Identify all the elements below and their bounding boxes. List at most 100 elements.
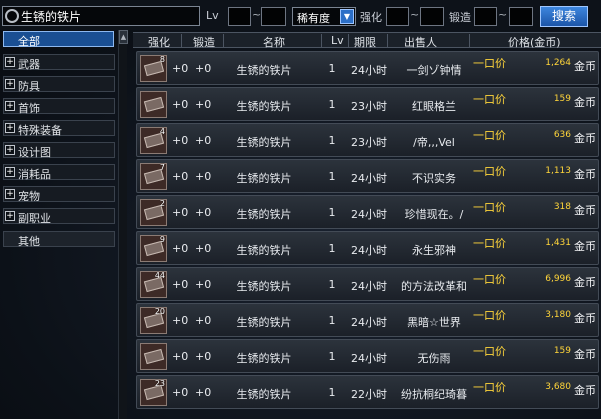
sidebar-scrollbar[interactable]: ▲ (118, 30, 128, 419)
price-unit: 金币 (574, 348, 596, 361)
category-armor[interactable]: + 防具 (3, 76, 115, 93)
cell-forge: +0 (195, 134, 212, 147)
search-button[interactable]: 搜索 (540, 6, 588, 27)
price-unit: 金币 (574, 384, 596, 397)
table-row[interactable]: 8 +0 +0 生锈的铁片 1 24小时 一剑ゾ钟情 一口价 1,264 金币 (136, 51, 599, 85)
header-name[interactable]: 名称 (263, 34, 285, 50)
table-row[interactable]: 44 +0 +0 生锈的铁片 1 24小时 的方法改革和 一口价 6,996 金… (136, 267, 599, 301)
expand-icon[interactable]: + (5, 57, 15, 67)
cell-name: 生锈的铁片 (236, 280, 292, 293)
chevron-down-icon[interactable]: ▼ (340, 9, 354, 24)
expand-icon[interactable]: + (5, 123, 15, 133)
category-special-equipment[interactable]: + 特殊装备 (3, 120, 115, 137)
category-blueprint[interactable]: + 设计图 (3, 142, 115, 159)
table-row[interactable]: 23 +0 +0 生锈的铁片 1 22小时 纷抗桐纪琦暮 一口价 3,680 金… (136, 375, 599, 409)
cell-forge: +0 (195, 314, 212, 327)
table-row[interactable]: +0 +0 生锈的铁片 1 23小时 红眼格兰 一口价 159 金币 (136, 87, 599, 121)
lv-label: Lv (206, 9, 219, 22)
price-unit: 金币 (574, 132, 596, 145)
category-pet[interactable]: + 宠物 (3, 186, 115, 203)
header-seller[interactable]: 出售人 (404, 34, 437, 50)
cell-time: 24小时 (351, 352, 387, 365)
category-other[interactable]: 其他 (3, 231, 115, 248)
cell-time: 22小时 (351, 388, 387, 401)
header-price[interactable]: 价格(金币) (508, 34, 561, 50)
iron-piece-icon[interactable]: 20 (140, 307, 167, 334)
cell-name: 生锈的铁片 (236, 388, 292, 401)
expand-icon[interactable]: + (5, 145, 15, 155)
table-row[interactable]: +0 +0 生锈的铁片 1 24小时 无伤雨 一口价 159 金币 (136, 339, 599, 373)
item-count: 44 (154, 271, 165, 280)
category-consumable[interactable]: + 消耗品 (3, 164, 115, 181)
rarity-select[interactable]: 稀有度 ▼ (292, 7, 356, 26)
iron-piece-icon[interactable]: 7 (140, 163, 167, 190)
category-subjob[interactable]: + 副职业 (3, 208, 115, 225)
search-input[interactable] (21, 9, 191, 23)
lv-min-input[interactable] (228, 7, 251, 26)
cell-time: 24小时 (351, 244, 387, 257)
header-time[interactable]: 期限 (354, 34, 376, 50)
lv-tilde: ~ (252, 8, 262, 21)
cell-name: 生锈的铁片 (236, 352, 292, 365)
iron-piece-icon[interactable]: 4 (140, 127, 167, 154)
cell-forge: +0 (195, 242, 212, 255)
cell-price: 3,680 (545, 382, 571, 392)
iron-piece-icon[interactable]: 44 (140, 271, 167, 298)
iron-piece-icon[interactable]: 2 (140, 199, 167, 226)
category-weapon[interactable]: + 武器 (3, 54, 115, 71)
cell-seller: 纷抗桐纪琦暮 (401, 388, 467, 401)
category-all[interactable]: 全部 (3, 31, 114, 48)
cell-time: 23小时 (351, 136, 387, 149)
table-row[interactable]: 9 +0 +0 生锈的铁片 1 24小时 永生邪神 一口价 1,431 金币 (136, 231, 599, 265)
item-count: 4 (159, 127, 165, 136)
header-divider (223, 34, 224, 47)
expand-icon[interactable]: + (5, 211, 15, 221)
header-lv[interactable]: Lv (331, 34, 344, 47)
table-row[interactable]: 20 +0 +0 生锈的铁片 1 24小时 黑暗☆世界 一口价 3,180 金币 (136, 303, 599, 337)
expand-icon[interactable]: + (5, 189, 15, 199)
cell-time: 24小时 (351, 280, 387, 293)
cell-time: 23小时 (351, 100, 387, 113)
header-divider (469, 34, 470, 47)
header-forge[interactable]: 锻造 (193, 34, 215, 50)
expand-icon[interactable]: + (5, 101, 15, 111)
item-count: 2 (159, 199, 165, 208)
search-bar: Lv ~ 稀有度 ▼ 强化 ~ 锻造 ~ 搜索 (0, 0, 601, 30)
cell-strength: +0 (172, 134, 189, 147)
expand-icon[interactable]: + (5, 167, 15, 177)
category-label: 武器 (18, 58, 40, 71)
cell-lv: 1 (328, 350, 336, 363)
expand-icon[interactable]: + (5, 79, 15, 89)
strength-min-input[interactable] (386, 7, 409, 26)
table-row[interactable]: 2 +0 +0 生锈的铁片 1 24小时 珍惜现在。/ 一口价 318 金币 (136, 195, 599, 229)
cell-name: 生锈的铁片 (236, 172, 292, 185)
header-strength[interactable]: 强化 (148, 34, 170, 50)
cell-lv: 1 (328, 170, 336, 183)
forge-min-input[interactable] (474, 7, 497, 26)
cell-name: 生锈的铁片 (236, 244, 292, 257)
iron-piece-icon[interactable]: 23 (140, 379, 167, 406)
item-count: 8 (159, 55, 165, 64)
forge-max-input[interactable] (509, 7, 533, 26)
cell-time: 24小时 (351, 172, 387, 185)
category-accessory[interactable]: + 首饰 (3, 98, 115, 115)
iron-piece-icon[interactable] (140, 343, 167, 370)
strength-max-input[interactable] (420, 7, 444, 26)
iron-piece-icon[interactable]: 8 (140, 55, 167, 82)
cell-price: 636 (553, 130, 571, 140)
iron-piece-icon[interactable]: 9 (140, 235, 167, 262)
cell-lv: 1 (328, 134, 336, 147)
cell-time: 24小时 (351, 208, 387, 221)
cell-forge: +0 (195, 350, 212, 363)
cell-seller: 一剑ゾ钟情 (406, 64, 462, 77)
search-field[interactable] (2, 6, 200, 26)
item-count: 9 (159, 235, 165, 244)
table-row[interactable]: 7 +0 +0 生锈的铁片 1 24小时 不识实务 一口价 1,113 金币 (136, 159, 599, 193)
cell-forge: +0 (195, 206, 212, 219)
category-label: 宠物 (18, 190, 40, 203)
scroll-up-icon[interactable]: ▲ (119, 30, 128, 44)
table-row[interactable]: 4 +0 +0 生锈的铁片 1 23小时 /帝,,,Vel 一口价 636 金币 (136, 123, 599, 157)
iron-piece-icon[interactable] (140, 91, 167, 118)
price-unit: 金币 (574, 204, 596, 217)
lv-max-input[interactable] (261, 7, 286, 26)
